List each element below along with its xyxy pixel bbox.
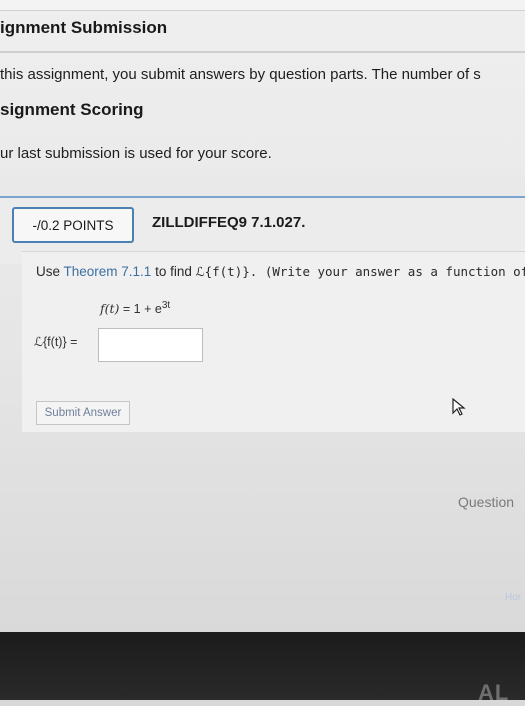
prompt-mid: to find — [151, 264, 196, 279]
function-exponent: 3t — [161, 300, 171, 311]
assignment-submission-text: this assignment, you submit answers by q… — [0, 66, 481, 83]
home-link[interactable]: Hor — [505, 592, 521, 603]
answer-label: ℒ{f(t)} = — [34, 335, 78, 349]
points-badge: -/0.2 POINTS — [12, 207, 134, 243]
assignment-scoring-heading: signment Scoring — [0, 100, 144, 119]
function-rhs: = 1 + e — [119, 302, 162, 317]
assignment-scoring-text: ur last submission is used for your scor… — [0, 145, 272, 162]
question-prompt: Use Theorem 7.1.1 to find ℒ{f(t)}. (Writ… — [36, 264, 525, 279]
laplace-expression: ℒ{f(t)} — [195, 264, 250, 279]
top-edge — [0, 0, 525, 11]
prompt-post: . (Write your answer as a function of s.… — [249, 264, 525, 279]
answer-input[interactable] — [98, 328, 203, 362]
theorem-link[interactable]: Theorem 7.1.1 — [64, 264, 152, 279]
browser-page: ignment Submission this assignment, you … — [0, 0, 525, 632]
laptop-bezel — [0, 632, 525, 700]
device-logo: AL — [478, 680, 510, 705]
submit-answer-button[interactable]: Submit Answer — [36, 401, 130, 425]
function-lhs: f(t) — [100, 301, 120, 317]
section-gap — [0, 178, 525, 196]
divider — [0, 51, 525, 53]
question-title: ZILLDIFFEQ9 7.1.027. — [152, 214, 306, 231]
mouse-cursor-icon — [452, 397, 466, 421]
question-link[interactable]: Question — [458, 494, 514, 510]
function-definition: f(t) = 1 + e3t — [100, 300, 170, 316]
assignment-submission-heading: ignment Submission — [0, 18, 168, 37]
prompt-pre: Use — [36, 264, 64, 279]
